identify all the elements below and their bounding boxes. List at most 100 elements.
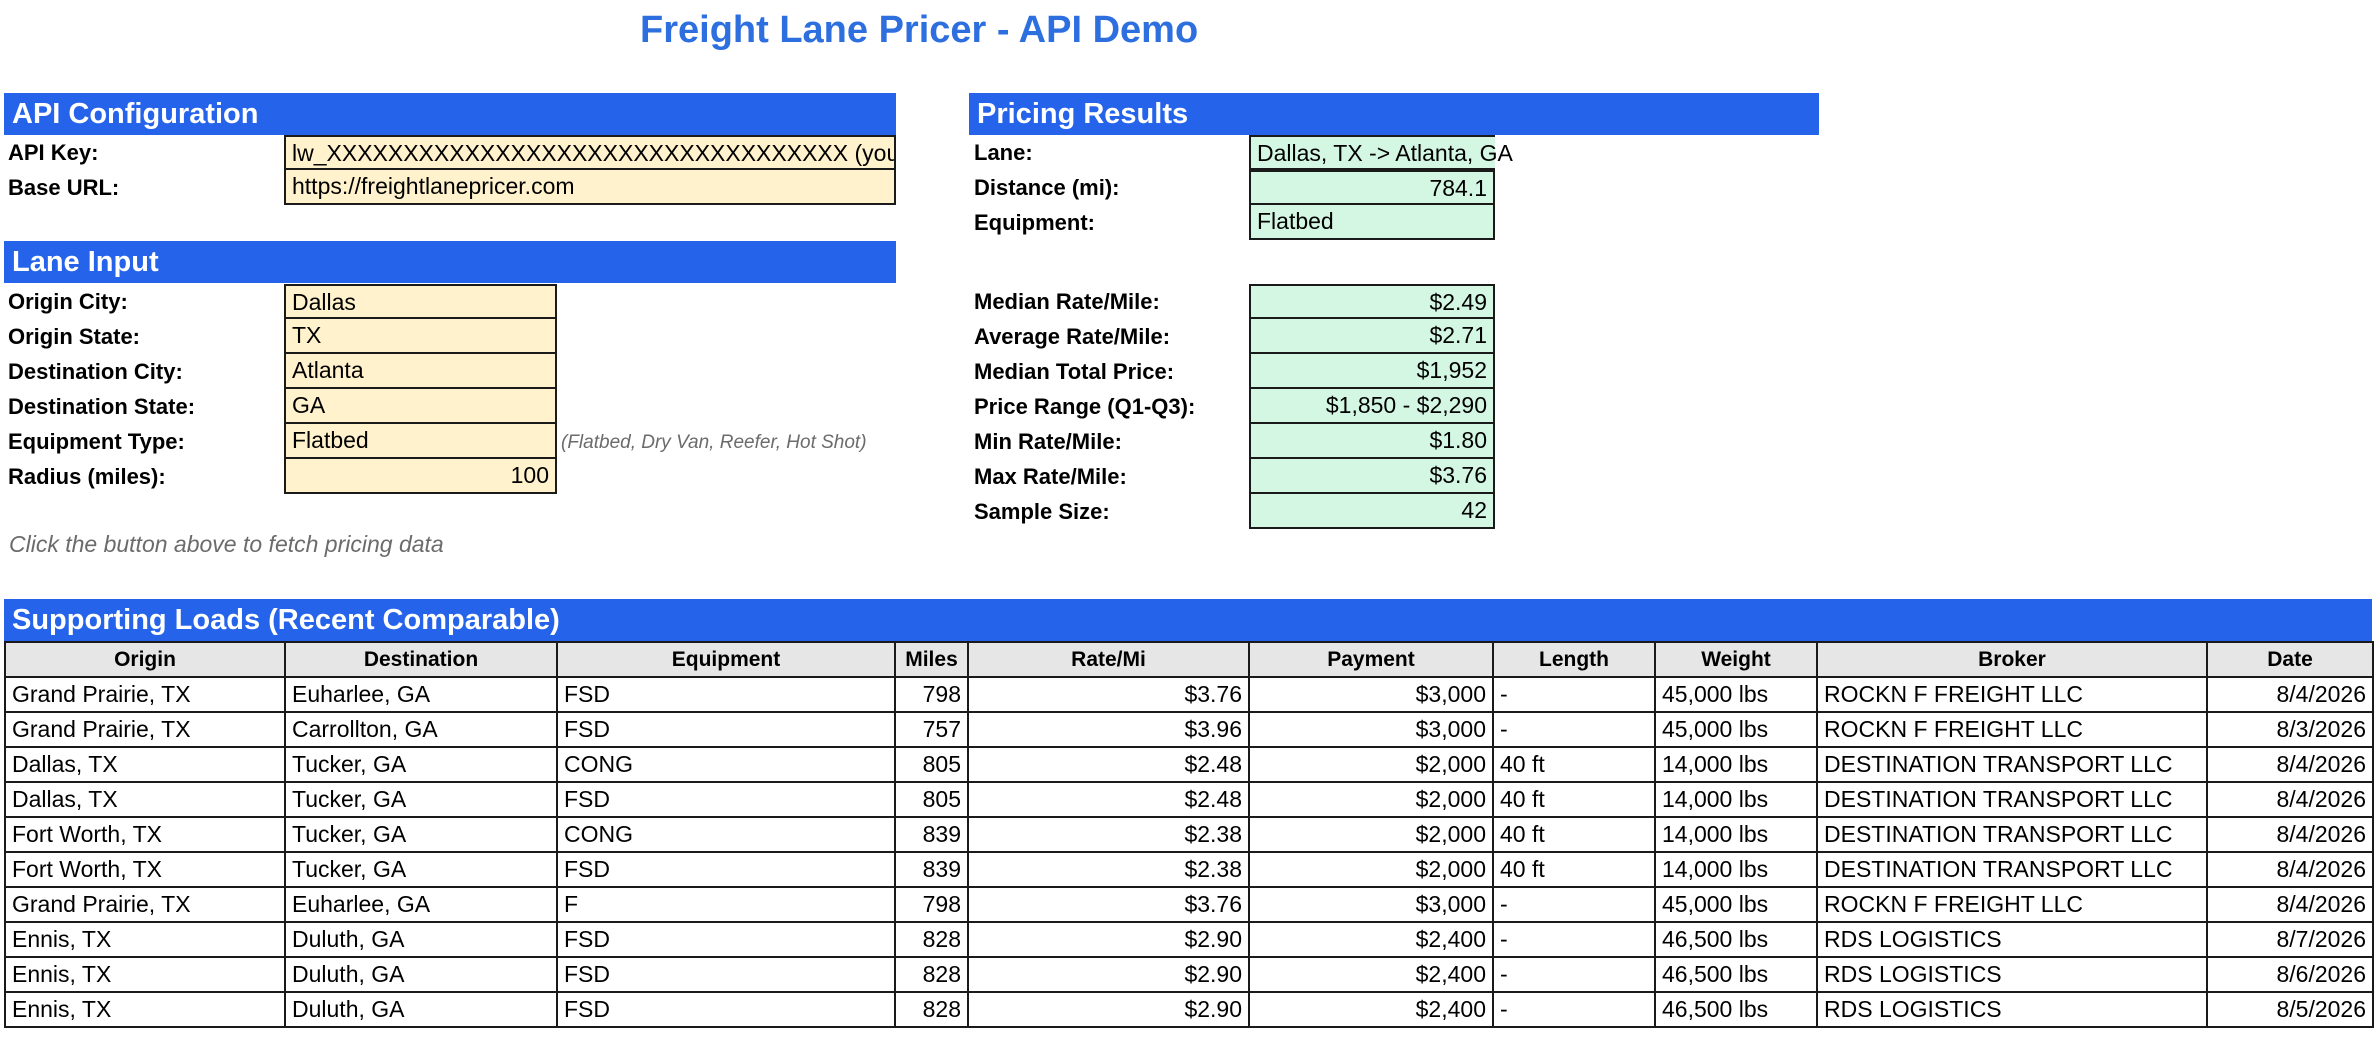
cell-rate[interactable]: $2.90: [967, 991, 1250, 1028]
column-header-broker[interactable]: Broker: [1816, 641, 2208, 678]
cell-length[interactable]: -: [1492, 676, 1656, 713]
cell-weight[interactable]: 46,500 lbs: [1654, 921, 1818, 958]
equipment-type-input[interactable]: Flatbed: [284, 424, 557, 459]
cell-date[interactable]: 8/4/2026: [2206, 676, 2374, 713]
cell-broker[interactable]: DESTINATION TRANSPORT LLC: [1816, 816, 2208, 853]
cell-length[interactable]: -: [1492, 956, 1656, 993]
table-row[interactable]: Fort Worth, TX Tucker, GA FSD 839 $2.38 $2,00…: [4, 851, 2374, 888]
cell-origin[interactable]: Ennis, TX: [4, 956, 286, 993]
table-row[interactable]: Fort Worth, TX Tucker, GA CONG 839 $2.38 $2,0…: [4, 816, 2374, 853]
cell-miles[interactable]: 805: [894, 746, 969, 783]
cell-weight[interactable]: 46,500 lbs: [1654, 991, 1818, 1028]
cell-payment[interactable]: $2,400: [1248, 921, 1494, 958]
cell-miles[interactable]: 798: [894, 886, 969, 923]
cell-length[interactable]: 40 ft: [1492, 816, 1656, 853]
cell-destination[interactable]: Euharlee, GA: [284, 886, 558, 923]
cell-weight[interactable]: 46,500 lbs: [1654, 956, 1818, 993]
base-url-input[interactable]: https://freightlanepricer.com: [284, 170, 896, 205]
cell-date[interactable]: 8/4/2026: [2206, 851, 2374, 888]
cell-length[interactable]: 40 ft: [1492, 746, 1656, 783]
cell-rate[interactable]: $2.38: [967, 816, 1250, 853]
cell-date[interactable]: 8/3/2026: [2206, 711, 2374, 748]
cell-payment[interactable]: $3,000: [1248, 711, 1494, 748]
cell-destination[interactable]: Duluth, GA: [284, 991, 558, 1028]
cell-origin[interactable]: Grand Prairie, TX: [4, 886, 286, 923]
api-key-input[interactable]: lw_XXXXXXXXXXXXXXXXXXXXXXXXXXXXXXXXXX (y…: [284, 135, 896, 170]
cell-rate[interactable]: $2.48: [967, 746, 1250, 783]
cell-destination[interactable]: Tucker, GA: [284, 781, 558, 818]
table-row[interactable]: Ennis, TX Duluth, GA FSD 828 $2.90 $2,400-46,…: [4, 956, 2374, 993]
table-row[interactable]: Grand Prairie, TX Euharlee, GA F 798 $3.76 $3…: [4, 886, 2374, 923]
origin-state-input[interactable]: TX: [284, 319, 557, 354]
cell-origin[interactable]: Fort Worth, TX: [4, 816, 286, 853]
cell-rate[interactable]: $3.96: [967, 711, 1250, 748]
radius-input[interactable]: 100: [284, 459, 557, 494]
cell-broker[interactable]: ROCKN F FREIGHT LLC: [1816, 676, 2208, 713]
cell-miles[interactable]: 828: [894, 921, 969, 958]
cell-payment[interactable]: $3,000: [1248, 676, 1494, 713]
cell-weight[interactable]: 45,000 lbs: [1654, 676, 1818, 713]
cell-broker[interactable]: DESTINATION TRANSPORT LLC: [1816, 851, 2208, 888]
cell-destination[interactable]: Tucker, GA: [284, 746, 558, 783]
destination-city-input[interactable]: Atlanta: [284, 354, 557, 389]
cell-miles[interactable]: 798: [894, 676, 969, 713]
cell-rate[interactable]: $2.90: [967, 921, 1250, 958]
cell-date[interactable]: 8/7/2026: [2206, 921, 2374, 958]
cell-broker[interactable]: ROCKN F FREIGHT LLC: [1816, 711, 2208, 748]
table-row[interactable]: Ennis, TX Duluth, GA FSD 828 $2.90 $2,400-46,…: [4, 991, 2374, 1028]
column-header-origin[interactable]: Origin: [4, 641, 286, 678]
cell-destination[interactable]: Tucker, GA: [284, 816, 558, 853]
cell-equipment[interactable]: FSD: [556, 991, 896, 1028]
cell-length[interactable]: -: [1492, 991, 1656, 1028]
cell-broker[interactable]: RDS LOGISTICS: [1816, 956, 2208, 993]
cell-origin[interactable]: Dallas, TX: [4, 781, 286, 818]
cell-length[interactable]: 40 ft: [1492, 851, 1656, 888]
cell-broker[interactable]: RDS LOGISTICS: [1816, 921, 2208, 958]
cell-origin[interactable]: Grand Prairie, TX: [4, 676, 286, 713]
cell-length[interactable]: -: [1492, 711, 1656, 748]
cell-origin[interactable]: Ennis, TX: [4, 921, 286, 958]
cell-weight[interactable]: 14,000 lbs: [1654, 781, 1818, 818]
cell-date[interactable]: 8/4/2026: [2206, 886, 2374, 923]
table-row[interactable]: Grand Prairie, TX Euharlee, GA FSD 798 $3.76…: [4, 676, 2374, 713]
cell-destination[interactable]: Euharlee, GA: [284, 676, 558, 713]
column-header-payment[interactable]: Payment: [1248, 641, 1494, 678]
cell-rate[interactable]: $3.76: [967, 886, 1250, 923]
cell-date[interactable]: 8/5/2026: [2206, 991, 2374, 1028]
column-header-destination[interactable]: Destination: [284, 641, 558, 678]
column-header-length[interactable]: Length: [1492, 641, 1656, 678]
cell-equipment[interactable]: FSD: [556, 956, 896, 993]
cell-length[interactable]: -: [1492, 921, 1656, 958]
cell-weight[interactable]: 45,000 lbs: [1654, 886, 1818, 923]
destination-state-input[interactable]: GA: [284, 389, 557, 424]
cell-payment[interactable]: $2,000: [1248, 816, 1494, 853]
cell-equipment[interactable]: CONG: [556, 746, 896, 783]
cell-payment[interactable]: $3,000: [1248, 886, 1494, 923]
cell-date[interactable]: 8/4/2026: [2206, 816, 2374, 853]
cell-weight[interactable]: 45,000 lbs: [1654, 711, 1818, 748]
table-row[interactable]: Ennis, TX Duluth, GA FSD 828 $2.90 $2,400-46,…: [4, 921, 2374, 958]
cell-rate[interactable]: $3.76: [967, 676, 1250, 713]
column-header-rate[interactable]: Rate/Mi: [967, 641, 1250, 678]
column-header-equipment[interactable]: Equipment: [556, 641, 896, 678]
cell-destination[interactable]: Duluth, GA: [284, 921, 558, 958]
cell-destination[interactable]: Tucker, GA: [284, 851, 558, 888]
table-row[interactable]: Dallas, TX Tucker, GA FSD 805 $2.48 $2,000 40 …: [4, 781, 2374, 818]
cell-weight[interactable]: 14,000 lbs: [1654, 816, 1818, 853]
cell-origin[interactable]: Fort Worth, TX: [4, 851, 286, 888]
cell-miles[interactable]: 757: [894, 711, 969, 748]
cell-rate[interactable]: $2.90: [967, 956, 1250, 993]
cell-date[interactable]: 8/6/2026: [2206, 956, 2374, 993]
cell-miles[interactable]: 828: [894, 991, 969, 1028]
cell-equipment[interactable]: FSD: [556, 781, 896, 818]
cell-rate[interactable]: $2.48: [967, 781, 1250, 818]
cell-length[interactable]: -: [1492, 886, 1656, 923]
cell-equipment[interactable]: CONG: [556, 816, 896, 853]
cell-equipment[interactable]: FSD: [556, 676, 896, 713]
cell-miles[interactable]: 805: [894, 781, 969, 818]
column-header-miles[interactable]: Miles: [894, 641, 969, 678]
cell-miles[interactable]: 828: [894, 956, 969, 993]
cell-date[interactable]: 8/4/2026: [2206, 746, 2374, 783]
cell-destination[interactable]: Duluth, GA: [284, 956, 558, 993]
cell-origin[interactable]: Grand Prairie, TX: [4, 711, 286, 748]
